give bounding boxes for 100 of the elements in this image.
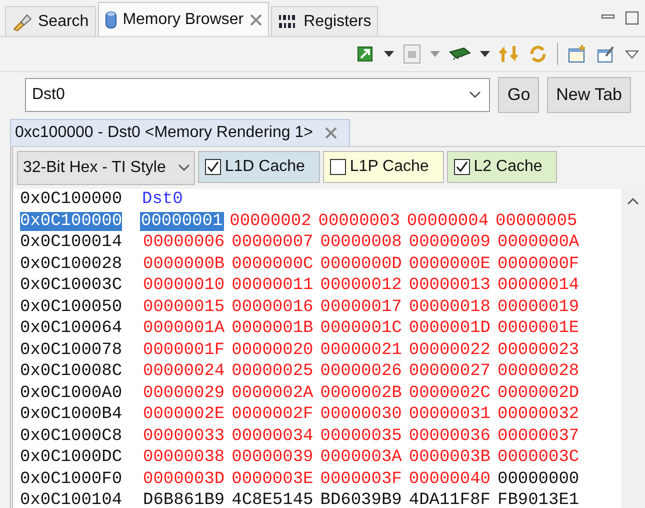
memory-value-cell[interactable]: 0000001E [496,319,580,338]
memory-value-cell[interactable]: 0000002A [230,384,314,403]
memory-value-cell[interactable]: 4C8E5145 [230,491,314,508]
format-dropdown[interactable]: 32-Bit Hex - TI Style [17,151,195,185]
memory-value-cell[interactable]: 0000003D [142,470,226,489]
memory-value-cell[interactable]: 0000002B [319,384,403,403]
memory-value-cell[interactable]: 0000002C [408,384,492,403]
memory-value-cell[interactable]: 00000025 [230,362,314,382]
memory-value-cell[interactable]: 00000027 [408,362,492,382]
memory-value-cell[interactable]: 00000035 [319,426,403,446]
rendering-tab[interactable]: 0xc100000 - Dst0 <Memory Rendering 1> [10,119,350,146]
new-tab-button[interactable]: New Tab [547,77,631,113]
memory-value-cell[interactable]: 00000004 [406,212,490,231]
memory-value-cell[interactable]: 00000010 [142,276,226,296]
memory-value-cell[interactable]: 00000007 [230,233,314,252]
view-tab[interactable]: Search [5,6,96,36]
memory-value-cell[interactable]: 0000001A [142,319,226,338]
close-icon[interactable] [250,14,262,26]
memory-value-cell[interactable]: 00000002 [228,212,312,231]
address-cell-text: 0x0C1000B4 [20,405,124,424]
memory-value-cell[interactable]: 0000001F [142,340,226,360]
address-cell-text: 0x0C100050 [20,298,124,317]
memory-value-cell[interactable]: 00000015 [142,298,226,317]
memory-value-cell[interactable]: 00000014 [496,276,580,296]
close-icon[interactable] [324,127,337,139]
memory-value-cell[interactable]: 00000011 [230,276,314,296]
memory-value-cell[interactable]: BD6039B9 [319,491,403,508]
checkbox[interactable] [330,159,346,175]
memory-value-cell[interactable]: 00000013 [408,276,492,296]
memory-value-cell[interactable]: 0000000F [496,254,580,274]
memory-value-cell[interactable]: 00000019 [496,298,580,317]
memory-value-cell[interactable]: 00000023 [496,340,580,360]
cache-toggle[interactable]: L1D Cache [198,151,320,183]
memory-chip-icon[interactable] [449,47,471,61]
memory-value-cell[interactable]: 00000031 [408,405,492,424]
memory-value-cell[interactable]: 00000028 [496,362,580,382]
memory-value-cell[interactable]: 00000024 [142,362,226,382]
memory-value-cell[interactable]: 00000016 [230,298,314,317]
memory-value-cell[interactable]: 00000039 [230,448,314,468]
memory-value-cell[interactable]: 0000003A [319,448,403,468]
memory-value-cell[interactable]: 0000002D [496,384,580,403]
chevron-down-icon[interactable] [469,91,482,99]
memory-value-cell[interactable]: 00000017 [319,298,403,317]
dropdown-caret-icon[interactable] [480,51,490,57]
memory-value-cell[interactable]: FB9013E1 [496,491,580,508]
memory-value-cell[interactable]: 0000001B [230,319,314,338]
memory-value-cell[interactable]: 00000021 [319,340,403,360]
memory-value-cell[interactable]: 0000000B [142,254,226,274]
address-cell-text: 0x0C100064 [20,319,124,338]
memory-value-cell[interactable]: 00000038 [142,448,226,468]
memory-value-cell[interactable]: 00000009 [408,233,492,252]
cache-toggle[interactable]: L1P Cache [322,151,444,183]
memory-value-cell[interactable]: 0000001C [319,319,403,338]
memory-value-cell[interactable]: 0000003E [230,470,314,489]
memory-value-cell[interactable]: 00000006 [142,233,226,252]
memory-value-cell[interactable]: 00000034 [230,426,314,446]
memory-value-cell[interactable]: 00000032 [496,405,580,424]
memory-value-cell[interactable]: 00000037 [496,426,580,446]
cache-toggle[interactable]: L2 Cache [446,151,558,183]
memory-value-cell[interactable]: 0000000E [408,254,492,274]
memory-value-cell[interactable]: 0000001D [408,319,492,338]
memory-value-cell[interactable]: 00000003 [317,212,401,231]
view-tab[interactable]: Memory Browser [98,2,269,36]
memory-value-cell[interactable]: 00000040 [408,470,492,489]
memory-value-cell[interactable]: 00000026 [319,362,403,382]
checkbox[interactable] [204,159,221,175]
chevron-down-icon[interactable] [178,164,190,172]
memory-value-cell[interactable]: 0000003F [319,470,403,489]
memory-value-cell[interactable]: 00000020 [230,340,314,360]
checkbox[interactable] [454,159,470,175]
memory-value-cell[interactable]: 00000030 [319,405,403,424]
memory-value-cell[interactable]: 00000022 [408,340,492,360]
memory-value-cell[interactable]: D6B861B9 [142,491,226,508]
maximize-icon[interactable] [625,11,639,25]
memory-value-cell[interactable]: 00000012 [319,276,403,296]
go-button[interactable]: Go [498,77,540,113]
new-window-icon[interactable] [567,44,587,64]
address-field[interactable]: Dst0 [25,78,490,112]
dropdown-caret-icon[interactable] [384,51,394,57]
memory-value-cell[interactable]: 00000000 [496,470,580,489]
memory-value-cell[interactable]: 0000002F [230,405,314,424]
memory-value-cell[interactable]: 00000005 [494,212,578,231]
memory-value-cell[interactable]: 00000018 [408,298,492,317]
view-tab[interactable]: Registers [270,6,378,36]
memory-value-cell[interactable]: 0000000A [496,233,580,252]
memory-value-cell[interactable]: 00000033 [142,426,226,446]
memory-value-cell[interactable]: 00000036 [408,426,492,446]
memory-value-cell[interactable]: 0000002E [142,405,226,424]
memory-value-cell[interactable]: 0000000C [230,254,314,274]
memory-value-cell[interactable]: 00000029 [142,384,226,403]
view-menu-icon[interactable] [625,50,639,58]
memory-value-cell[interactable]: 4DA11F8F [408,491,492,508]
memory-value-cell[interactable]: 00000001 [140,212,224,231]
memory-value-cell[interactable]: 0000003B [408,448,492,468]
pin-window-icon[interactable] [596,44,616,64]
memory-value-cell[interactable]: 0000003C [496,448,580,468]
memory-value-cell[interactable]: 00000008 [319,233,403,252]
memory-value-cell[interactable]: 0000000D [319,254,403,274]
address-cell-text: 0x0C10003C [20,276,124,296]
scroll-up-icon[interactable] [627,197,639,205]
